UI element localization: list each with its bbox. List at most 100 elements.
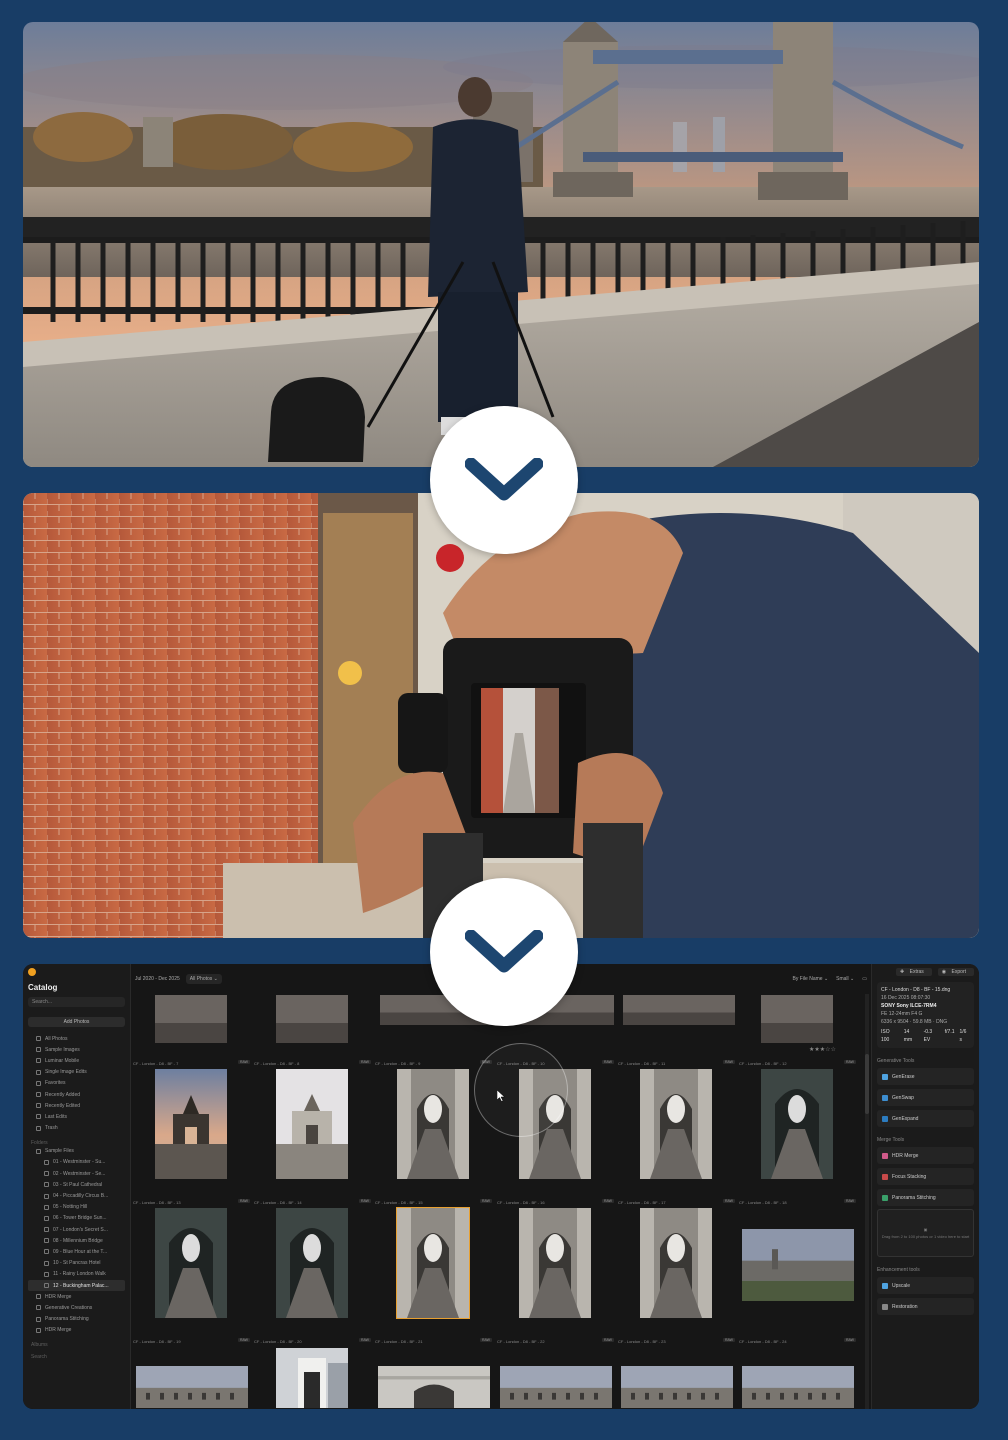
thumbnail-image[interactable] (276, 995, 348, 1043)
tool-button[interactable]: Focus Stacking (877, 1168, 974, 1185)
app-logo-icon[interactable] (28, 968, 36, 976)
thumbnail-image[interactable] (276, 1208, 348, 1318)
thumbnail-image[interactable] (155, 995, 227, 1043)
tool-button[interactable]: GenExpand (877, 1110, 974, 1127)
sidebar-item[interactable]: Generative Creations (28, 1302, 125, 1313)
sidebar-item[interactable]: 10 - St Pancras Hotel (28, 1258, 125, 1269)
thumbnail-image[interactable] (742, 1229, 854, 1301)
sidebar-item[interactable]: 02 - Westminster - Se... (28, 1168, 125, 1179)
thumbnail-image[interactable] (276, 1348, 348, 1408)
thumbnail-image[interactable] (742, 1366, 854, 1408)
extras-button[interactable]: ✚ Extras (896, 968, 932, 976)
sidebar-item-sample-files[interactable]: Sample Files (28, 1146, 125, 1157)
photo-thumbnail[interactable]: CF - London - D8 - BF - 15 RAW (373, 1199, 494, 1338)
photo-thumbnail[interactable]: CF - London - D8 - BF - 21 RAW (373, 1338, 494, 1409)
photo-thumbnail[interactable]: CF - London - D8 - BF - 19 RAW (131, 1338, 252, 1409)
photo-thumbnail[interactable] (616, 964, 737, 1059)
sidebar-item[interactable]: 08 - Millennium Bridge (28, 1235, 125, 1246)
thumbnail-image[interactable] (378, 1366, 490, 1408)
sidebar-item[interactable]: Recently Added (28, 1089, 125, 1100)
tool-label: GenExpand (892, 1115, 919, 1122)
sidebar-item[interactable]: 03 - St Paul Cathedral (28, 1179, 125, 1190)
thumbnail-image[interactable] (640, 1069, 712, 1179)
image-icon: ▣ (923, 1227, 928, 1232)
thumbnail-image[interactable] (519, 1208, 591, 1318)
thumbnail-label: CF - London - D8 - BF - 20 (254, 1339, 302, 1344)
thumbnail-label: CF - London - D8 - BF - 24 (739, 1339, 787, 1344)
sidebar-item[interactable]: 11 - Rainy London Walk (28, 1269, 125, 1280)
raw-badge: RAW (479, 1338, 492, 1342)
photo-thumbnail[interactable]: CF - London - D8 - BF - 7 RAW (131, 1060, 252, 1199)
sidebar-item-label: 07 - London's Secret S... (53, 1226, 108, 1233)
sidebar-item[interactable]: All Photos (28, 1033, 125, 1044)
thumbnail-image[interactable] (640, 1208, 712, 1318)
export-button[interactable]: ◉ Export (937, 968, 974, 976)
photo-thumbnail[interactable]: CF - London - D8 - BF - 12 RAW (737, 1060, 858, 1199)
tool-button[interactable]: GenSwap (877, 1089, 974, 1106)
photo-thumbnail[interactable]: CF - London - D8 - BF - 14 RAW (252, 1199, 373, 1338)
star-rating[interactable]: ★★★☆☆ (809, 1046, 836, 1053)
thumbnail-image[interactable] (500, 1366, 612, 1408)
album-icon (36, 1316, 41, 1322)
sidebar-item[interactable]: Favorites (28, 1078, 125, 1089)
merge-tools-title: Merge Tools (877, 1137, 905, 1143)
tool-button[interactable]: GenErase (877, 1068, 974, 1085)
sidebar-item[interactable]: 06 - Tower Bridge Sun... (28, 1213, 125, 1224)
scrollbar-thumb[interactable] (865, 1054, 869, 1114)
sidebar-item[interactable]: HDR Merge (28, 1325, 125, 1336)
sidebar-item[interactable]: Single Image Edits (28, 1067, 125, 1078)
sidebar-item[interactable]: 12 - Buckingham Palac... (28, 1279, 125, 1292)
photo-thumbnail[interactable]: CF - London - D8 - BF - 18 RAW (737, 1199, 858, 1338)
thumbnail-image[interactable] (397, 1069, 469, 1179)
panel-toggle-icon[interactable]: ▭ (862, 976, 867, 982)
thumbnail-image[interactable] (276, 1069, 348, 1179)
thumbnail-image[interactable] (761, 1069, 833, 1179)
photo-thumbnail[interactable]: CF - London - D8 - BF - 24 RAW (737, 1338, 858, 1409)
thumbnail-image[interactable] (155, 1208, 227, 1318)
photo-thumbnail[interactable] (737, 964, 858, 1059)
sidebar-item[interactable]: 09 - Blue Hour at the T... (28, 1246, 125, 1257)
photo-thumbnail[interactable]: CF - London - D8 - BF - 13 RAW (131, 1199, 252, 1338)
thumbnail-image[interactable] (761, 995, 833, 1043)
photo-thumbnail[interactable]: CF - London - D8 - BF - 23 RAW (616, 1338, 737, 1409)
search-input[interactable]: Search... (28, 997, 125, 1007)
sidebar-item-label: Favorites (45, 1080, 66, 1087)
sidebar-item-label: 09 - Blue Hour at the T... (53, 1248, 108, 1255)
raw-badge: RAW (237, 1060, 250, 1064)
tool-button[interactable]: HDR Merge (877, 1147, 974, 1164)
grid-scrollbar[interactable] (865, 994, 869, 1409)
sidebar-item[interactable]: Panorama Stitching (28, 1314, 125, 1325)
sidebar-item[interactable]: Last Edits (28, 1111, 125, 1122)
photo-thumbnail[interactable]: CF - London - D8 - BF - 17 RAW (616, 1199, 737, 1338)
thumbnail-image[interactable] (621, 1366, 733, 1408)
photo-thumbnail[interactable] (131, 964, 252, 1059)
sidebar-item[interactable]: 01 - Westminster - Su... (28, 1157, 125, 1168)
sidebar-item[interactable]: 04 - Piccadilly Circus B... (28, 1190, 125, 1201)
photo-thumbnail[interactable]: CF - London - D8 - BF - 11 RAW (616, 1060, 737, 1199)
raw-badge: RAW (237, 1338, 250, 1342)
tool-button[interactable]: Upscale (877, 1277, 974, 1294)
sidebar-item-label: 12 - Buckingham Palac... (53, 1282, 109, 1289)
photo-thumbnail[interactable]: CF - London - D8 - BF - 20 RAW (252, 1338, 373, 1409)
add-photos-button[interactable]: Add Photos (28, 1017, 125, 1027)
sidebar-item[interactable]: Recently Edited (28, 1100, 125, 1111)
photo-thumbnail[interactable]: CF - London - D8 - BF - 16 RAW (495, 1199, 616, 1338)
thumbnail-image[interactable] (396, 1207, 470, 1319)
photo-thumbnail[interactable]: CF - London - D8 - BF - 22 RAW (495, 1338, 616, 1409)
sidebar-item[interactable]: HDR Merge (28, 1291, 125, 1302)
sidebar-item[interactable]: Trash (28, 1123, 125, 1134)
thumbnail-image[interactable] (155, 1069, 227, 1179)
tool-button[interactable]: Panorama Stitching (877, 1189, 974, 1206)
sidebar-item[interactable]: Sample Images (28, 1044, 125, 1055)
photo-thumbnail[interactable]: CF - London - D8 - BF - 8 RAW (252, 1060, 373, 1199)
photo-thumbnail[interactable] (252, 964, 373, 1059)
tool-button[interactable]: Restoration (877, 1298, 974, 1315)
sidebar-item[interactable]: 05 - Notting Hill (28, 1202, 125, 1213)
sidebar-item[interactable]: 07 - London's Secret S... (28, 1224, 125, 1235)
enhancement-tools-list: Upscale Restoration (877, 1277, 974, 1315)
thumbnail-image[interactable] (623, 995, 735, 1025)
thumbnail-image[interactable] (136, 1366, 248, 1408)
raw-badge: RAW (843, 1060, 856, 1064)
panorama-drop-zone[interactable]: ▣ Drag from 2 to 100 photos or 1 video h… (877, 1209, 974, 1257)
sidebar-item[interactable]: Luminar Mobile (28, 1055, 125, 1066)
